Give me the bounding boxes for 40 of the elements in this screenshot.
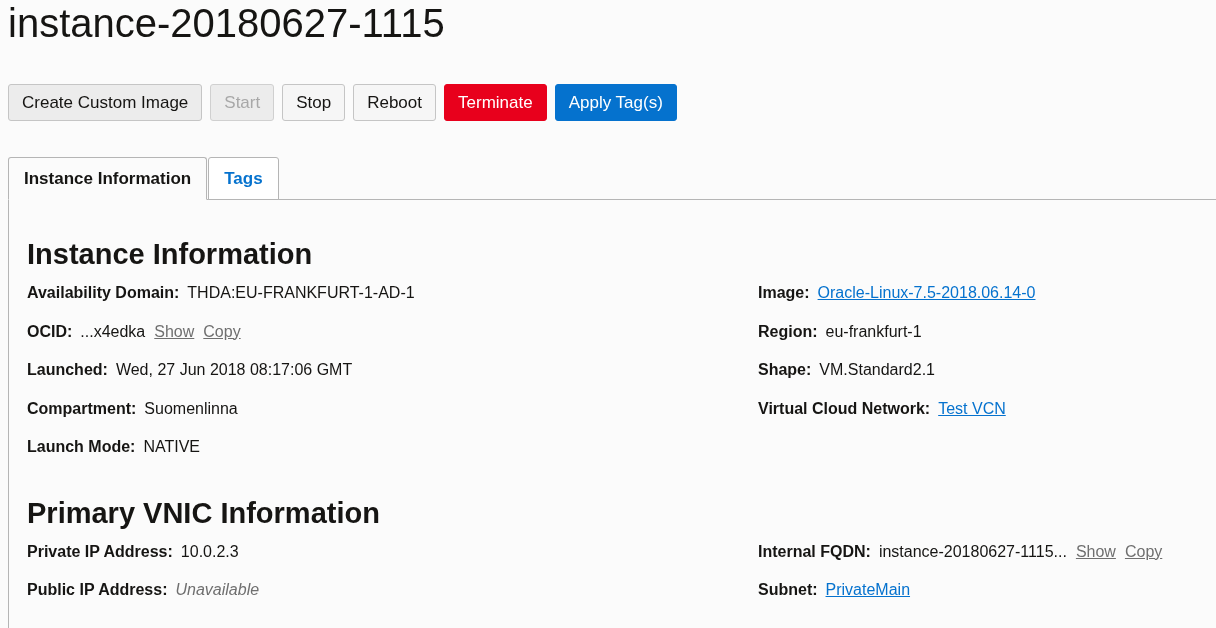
field-label: Internal FQDN: [758,542,871,561]
action-link[interactable]: Copy [203,322,241,341]
action-button[interactable]: Reboot [353,84,436,121]
page-title: instance-20180627-1115 [8,0,446,46]
field-label: Compartment: [27,399,137,418]
tab[interactable]: Tags [208,157,279,200]
field-value: Unavailable [175,581,260,599]
field-label: Virtual Cloud Network: [758,399,931,418]
action-link[interactable]: Copy [1124,542,1163,561]
field-label: Region: [758,322,818,341]
field-value: 10.0.2.3 [180,542,239,561]
field-value: ...x4edka [80,322,146,341]
field-label: OCID: [27,322,73,341]
field-label: Public IP Address: [27,581,168,599]
field-value: Suomenlinna [144,399,238,418]
field-value: THDA:EU-FRANKFURT-1-AD-1 [187,284,415,302]
field-value: instance-20180627-1115... [878,542,1067,561]
field-label: Availability Domain: [27,284,180,302]
field-label: Private IP Address: [27,542,173,561]
field-value: Wed, 27 Jun 2018 08:17:06 GMT [115,361,353,379]
action-button[interactable]: Apply Tag(s) [554,84,677,121]
value-link[interactable]: PrivateMain [825,581,911,599]
value-link[interactable]: Test VCN [938,399,1006,418]
field-value: NATIVE [143,438,201,456]
action-button[interactable]: Terminate [444,84,547,121]
field-label: Image: [758,284,810,302]
action-link[interactable]: Show [154,322,195,341]
action-link[interactable]: Show [1075,542,1116,561]
action-button[interactable]: Create Custom Image [8,84,203,121]
field-label: Launched: [27,361,108,379]
value-link[interactable]: Oracle-Linux-7.5-2018.06.14-0 [817,284,1036,302]
field-label: Shape: [758,361,812,379]
field-label: Subnet: [758,581,818,599]
action-button[interactable]: Stop [282,84,346,121]
field-value: eu-frankfurt-1 [825,322,922,341]
field-label: Launch Mode: [27,438,136,456]
section-heading: Instance Information [27,237,314,272]
tab[interactable]: Instance Information [8,157,208,200]
section-heading: Primary VNIC Information [27,495,381,531]
field-value: VM.Standard2.1 [819,361,935,379]
